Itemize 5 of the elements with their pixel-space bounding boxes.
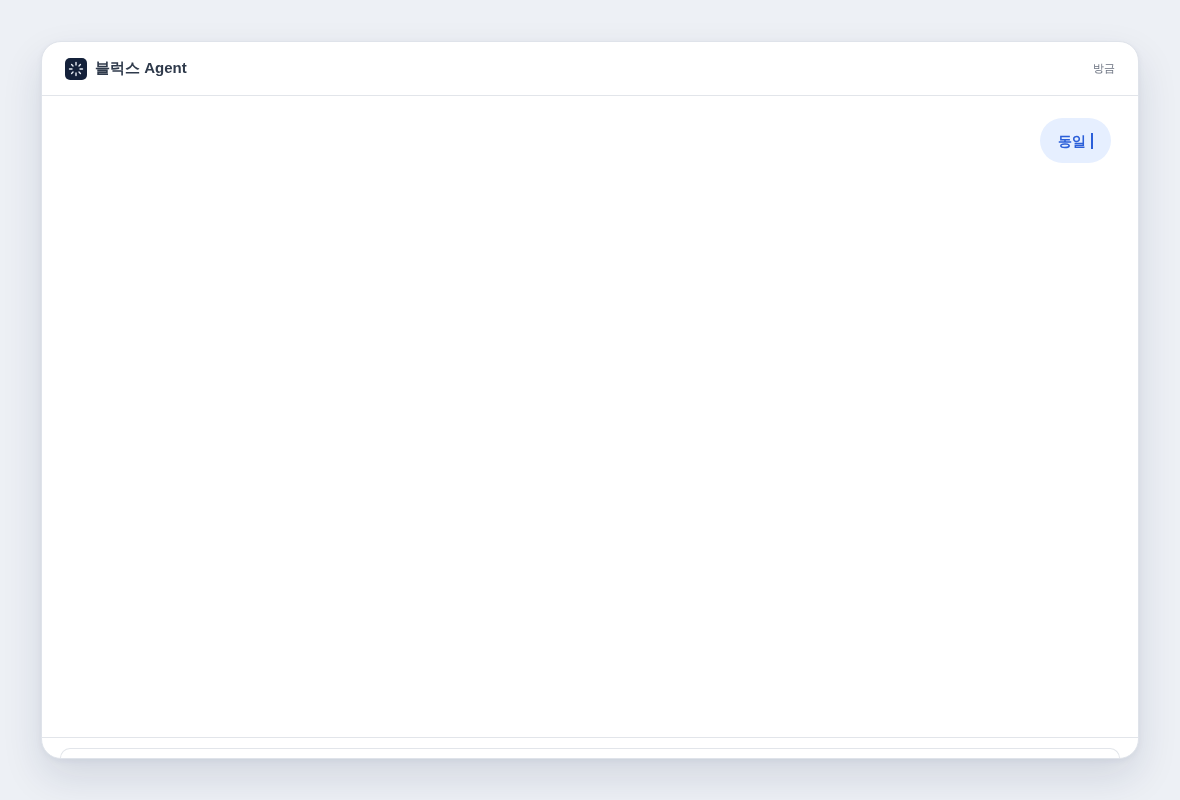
burst-icon <box>65 57 87 80</box>
message-input-field[interactable] <box>60 748 1120 758</box>
message-text: 동일 <box>1058 131 1086 150</box>
app-title: 블럭스 Agent <box>95 59 187 78</box>
timestamp: 방금 <box>1093 61 1115 76</box>
